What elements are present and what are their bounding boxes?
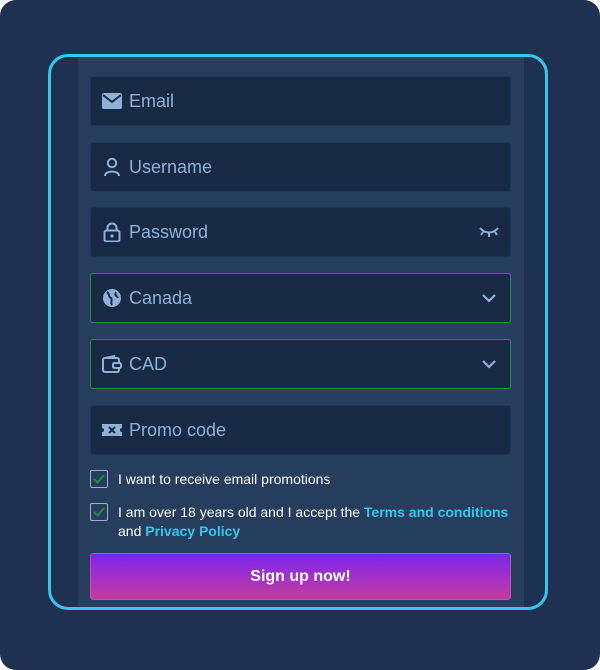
- signup-button[interactable]: Sign up now!: [90, 553, 511, 600]
- age-terms-text: I am over 18 years old and I accept the: [118, 504, 364, 520]
- privacy-policy-link[interactable]: Privacy Policy: [145, 523, 240, 539]
- chevron-down-icon: [478, 287, 500, 309]
- signup-frame: Canada CAD: [48, 54, 548, 610]
- lock-icon: [101, 221, 123, 243]
- age-terms-text-2: and: [118, 523, 146, 539]
- currency-select[interactable]: CAD: [90, 339, 511, 389]
- signup-form: Canada CAD: [78, 57, 524, 607]
- chevron-down-icon: [478, 353, 500, 375]
- terms-link[interactable]: Terms and conditions: [364, 504, 508, 520]
- username-input[interactable]: [129, 156, 510, 178]
- password-field-wrapper: [90, 207, 511, 257]
- email-promotions-label: I want to receive email promotions: [118, 471, 331, 487]
- promo-code-input[interactable]: [129, 419, 510, 441]
- age-terms-checkbox[interactable]: [90, 503, 108, 521]
- user-icon: [101, 156, 123, 178]
- username-field-wrapper: [90, 142, 511, 192]
- signup-button-label: Sign up now!: [250, 567, 351, 585]
- promo-field-wrapper: [90, 405, 511, 455]
- country-value: Canada: [129, 287, 193, 308]
- age-terms-label: I am over 18 years old and I accept the …: [118, 503, 508, 541]
- email-promotions-row: I want to receive email promotions: [90, 470, 511, 489]
- wallet-icon: [101, 353, 123, 375]
- page-background: Canada CAD: [0, 0, 600, 670]
- currency-value: CAD: [129, 353, 168, 374]
- password-input[interactable]: [129, 221, 478, 243]
- email-input[interactable]: [129, 90, 510, 112]
- globe-icon: [101, 287, 123, 309]
- country-select[interactable]: Canada: [90, 273, 511, 323]
- envelope-icon: [101, 90, 123, 112]
- email-promotions-checkbox[interactable]: [90, 470, 108, 488]
- email-field-wrapper: [90, 76, 511, 126]
- ticket-icon: [101, 419, 123, 441]
- eye-closed-icon[interactable]: [478, 221, 500, 243]
- age-terms-row: I am over 18 years old and I accept the …: [90, 503, 511, 541]
